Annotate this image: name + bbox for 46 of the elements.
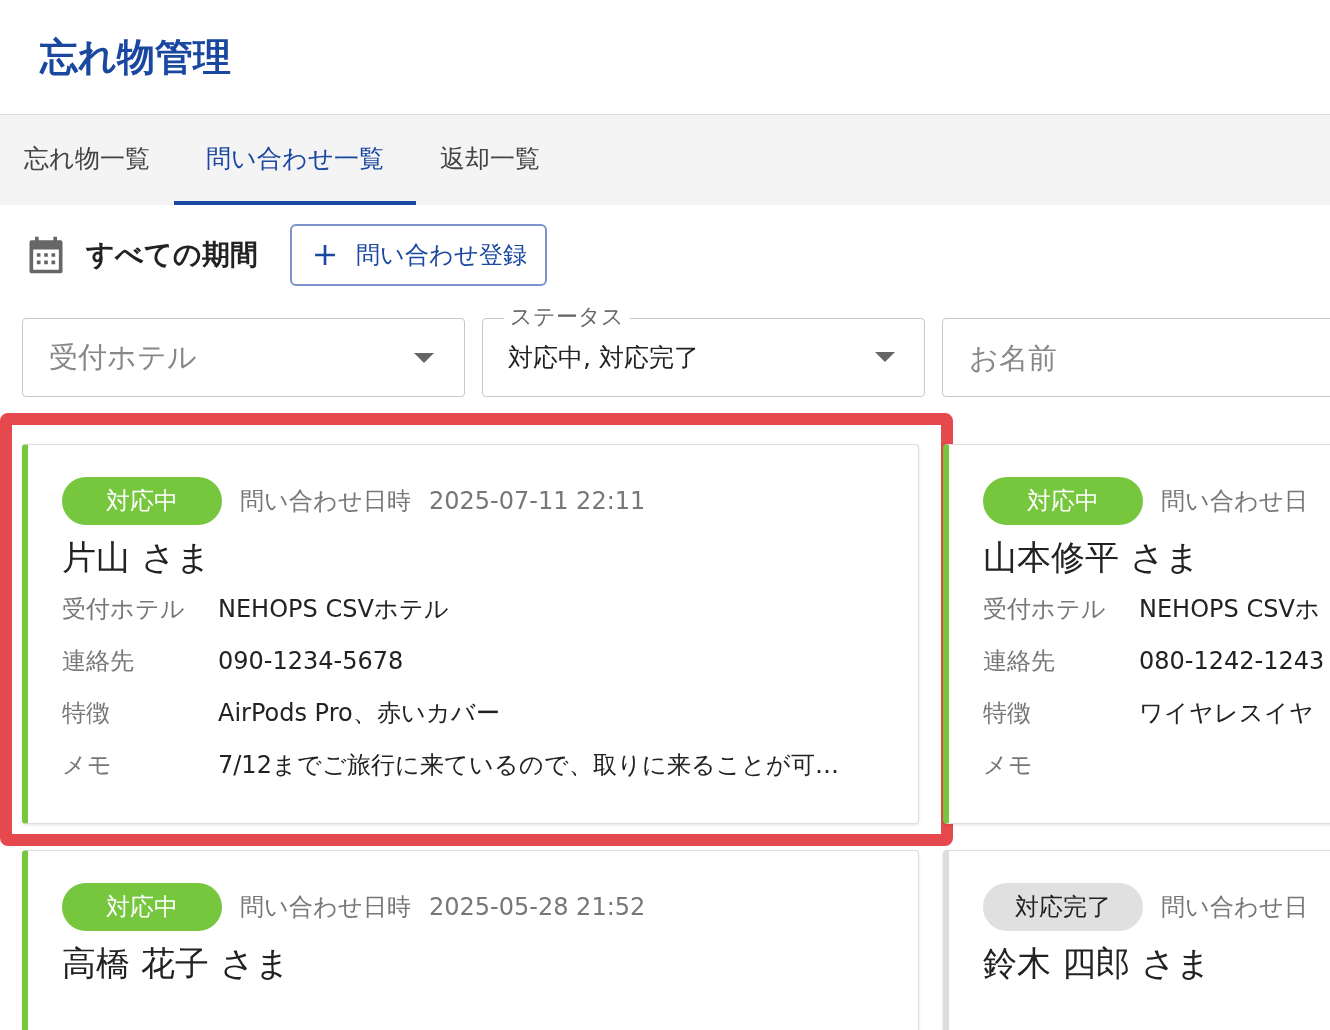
field-placeholder: 受付ホテル (49, 338, 197, 376)
field-value: 7/12までご旅行に来ているので、取りに来ることが可… (218, 749, 839, 781)
app-title: 忘れ物管理 (40, 33, 231, 81)
field-label: 受付ホテル (983, 593, 1107, 625)
tab[interactable]: 忘れ物一覧 (0, 115, 174, 205)
field-label: 連絡先 (983, 645, 1056, 677)
select-field[interactable]: 受付ホテル (22, 318, 465, 397)
field-value: NEHOPS CSVホテル (218, 593, 449, 625)
field-label: メモ (983, 749, 1034, 781)
inquiry-date: 2025-05-28 21:52 (429, 893, 646, 921)
field-label: メモ (62, 749, 113, 781)
period-label: すべての期間 (86, 237, 258, 273)
status-badge: 対応中 (983, 477, 1143, 525)
add-inquiry-button[interactable]: 問い合わせ登録 (290, 224, 547, 286)
field-label: 特徴 (62, 697, 111, 729)
status-badge: 対応中 (62, 477, 222, 525)
status-badge: 対応完了 (983, 883, 1143, 931)
field-value: ワイヤレスイヤ (1139, 697, 1314, 729)
inquiry-card[interactable]: 対応中 問い合わせ日時 2025-05-28 21:52 高橋 花子 さま (22, 850, 919, 1030)
field-label: 特徴 (983, 697, 1032, 729)
caret-icon (875, 352, 895, 362)
name-input-field[interactable]: お名前 (942, 318, 1330, 397)
date-label: 問い合わせ日 (1161, 892, 1308, 923)
date-label: 問い合わせ日時 (240, 892, 411, 923)
plus-icon (314, 244, 336, 266)
field-value: 080-1242-1243 (1139, 646, 1325, 675)
customer-name: 山本修平 さま (983, 537, 1201, 578)
tab[interactable]: 問い合わせ一覧 (174, 115, 416, 205)
date-label: 問い合わせ日時 (240, 486, 411, 517)
tab[interactable]: 返却一覧 (416, 115, 564, 205)
field-value: AirPods Pro、赤いカバー (218, 697, 500, 729)
field-value: 対応中, 対応完了 (508, 342, 699, 374)
field-label: 受付ホテル (62, 593, 186, 625)
customer-name: 片山 さま (62, 537, 212, 578)
inquiry-date: 2025-07-11 22:11 (429, 487, 646, 515)
inquiry-card[interactable]: 対応中 問い合わせ日 山本修平 さま 受付ホテル NEHOPS CSVホ 連絡先 080-1242-1243 特徴 ワイヤレスイヤ メモ (943, 444, 1330, 824)
field-label: 連絡先 (62, 645, 135, 677)
customer-name: 鈴木 四郎 さま (983, 943, 1212, 984)
caret-icon (414, 353, 434, 363)
inquiry-card[interactable]: 対応完了 問い合わせ日 鈴木 四郎 さま (943, 850, 1330, 1030)
inquiry-card[interactable]: 対応中 問い合わせ日時 2025-07-11 22:11 片山 さま 受付ホテル NEHOPS CSVホテル 連絡先 090-1234-5678 特徴 AirPods Pro、赤いカバー メモ 7/12までご旅行に来ているので、取りに来ることが可… (22, 444, 919, 824)
status-badge: 対応中 (62, 883, 222, 931)
field-value: NEHOPS CSVホ (1139, 593, 1320, 625)
customer-name: 高橋 花子 さま (62, 943, 291, 984)
date-label: 問い合わせ日 (1161, 486, 1308, 517)
field-value: 090-1234-5678 (218, 646, 404, 675)
